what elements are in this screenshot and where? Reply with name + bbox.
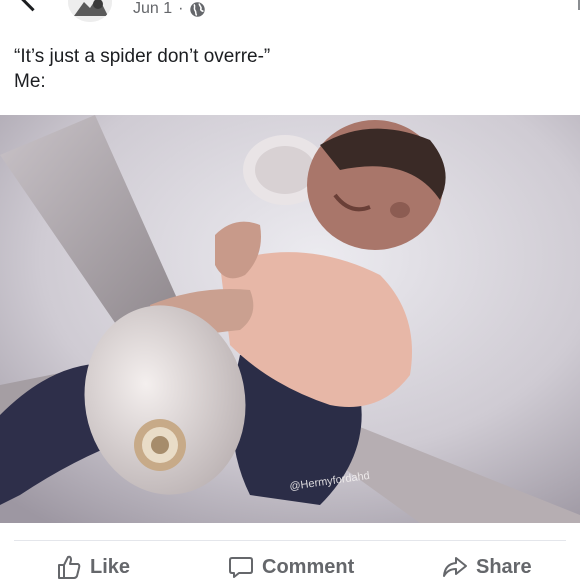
post-date[interactable]: Jun 1 <box>133 0 172 19</box>
share-arrow-icon <box>443 557 467 577</box>
post-photo[interactable]: @Hermyfordahd <box>0 115 580 523</box>
comment-label: Comment <box>262 555 355 578</box>
globe-icon <box>190 1 206 17</box>
thumbs-up-icon <box>58 555 81 579</box>
share-label: Share <box>476 555 532 578</box>
post-text-line-1: “It’s just a spider don’t overre-” <box>14 46 271 67</box>
like-label: Like <box>90 555 131 578</box>
meme-image: @Hermyfordahd <box>0 115 580 523</box>
avatar[interactable] <box>68 0 112 22</box>
action-divider <box>14 540 566 541</box>
speech-bubble-icon <box>229 557 253 578</box>
post-actions: Like Comment Share <box>0 552 580 582</box>
comment-button[interactable]: Comment <box>228 552 354 582</box>
post-meta: Jun 1 · <box>133 0 206 19</box>
meta-separator: · <box>178 0 184 17</box>
post-text: “It’s just a spider don’t overre-” Me: <box>14 44 270 94</box>
post-text-line-2: Me: <box>14 71 46 92</box>
share-button[interactable]: Share <box>442 552 532 582</box>
like-button[interactable]: Like <box>56 552 130 582</box>
avatar-image <box>68 0 112 22</box>
back-arrow-icon[interactable] <box>17 0 48 12</box>
post-header: Jun 1 · <box>0 0 580 22</box>
